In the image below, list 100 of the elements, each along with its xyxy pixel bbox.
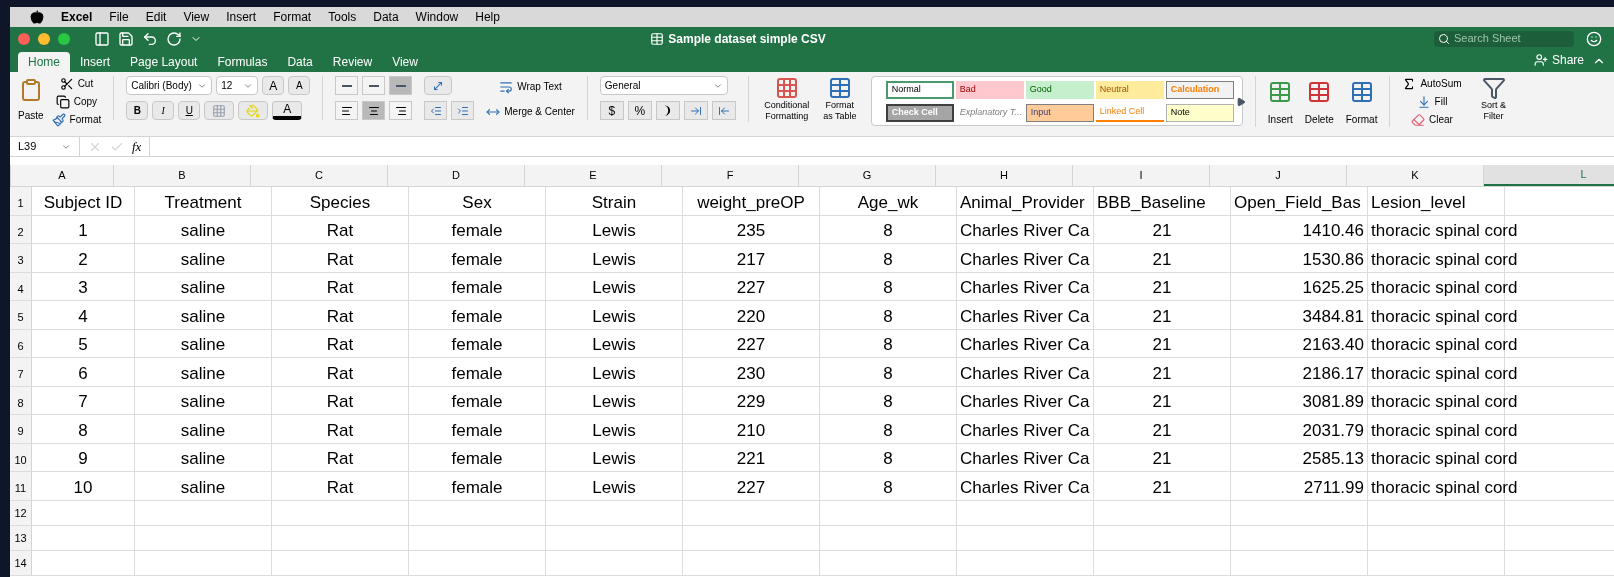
menu-item[interactable]: Format — [273, 8, 312, 26]
column-header[interactable]: L — [1484, 165, 1614, 186]
row-header[interactable]: 4 — [10, 272, 32, 300]
row-header[interactable]: 12 — [10, 500, 32, 525]
cell-style-item[interactable]: Neutral — [1095, 81, 1164, 99]
shrink-font-button[interactable]: A — [288, 76, 311, 95]
horizontal-align-button[interactable] — [362, 101, 386, 120]
column-header[interactable]: B — [114, 165, 251, 186]
copy-button[interactable]: Copy — [51, 94, 102, 109]
save-icon[interactable] — [118, 30, 134, 47]
horizontal-align-button[interactable] — [335, 101, 359, 120]
menu-item[interactable]: Insert — [226, 8, 257, 26]
undo-icon[interactable] — [142, 30, 158, 47]
orientation-button[interactable] — [424, 76, 453, 95]
column-header[interactable]: G — [799, 165, 936, 186]
ribbon-tab[interactable]: View — [382, 52, 428, 72]
menu-item[interactable]: Data — [373, 8, 399, 26]
fill-color-button[interactable] — [238, 101, 269, 120]
increase-decimal-button[interactable] — [711, 101, 736, 120]
ribbon-tab[interactable]: Data — [277, 52, 323, 72]
row-header[interactable]: 13 — [10, 525, 32, 550]
search-field[interactable]: Search Sheet — [1434, 30, 1574, 47]
apple-icon[interactable] — [30, 10, 44, 24]
horizontal-align-button[interactable] — [389, 101, 413, 120]
decrease-indent-button[interactable] — [424, 101, 448, 120]
menu-item[interactable]: File — [109, 8, 129, 26]
vertical-align-button[interactable] — [335, 76, 359, 95]
menu-item[interactable]: Help — [475, 8, 500, 26]
borders-button[interactable] — [204, 101, 235, 120]
cell-style-item[interactable]: Note — [1165, 104, 1234, 122]
ribbon-tab[interactable]: Home — [18, 52, 70, 72]
menu-item[interactable]: Tools — [328, 8, 357, 26]
ribbon-tab[interactable]: Review — [322, 52, 383, 72]
column-header[interactable]: E — [525, 165, 662, 186]
delete-cells-button[interactable]: Delete — [1304, 80, 1334, 127]
column-header[interactable]: J — [1210, 165, 1347, 186]
column-header[interactable]: I — [1073, 165, 1210, 186]
share-button[interactable]: Share — [1533, 51, 1584, 69]
ribbon-tab[interactable]: Insert — [70, 52, 121, 72]
row-header[interactable]: 10 — [10, 443, 32, 471]
column-header[interactable]: F — [662, 165, 799, 186]
format-as-table-button[interactable]: Format as Table — [820, 76, 859, 122]
percent-button[interactable]: % — [627, 101, 652, 120]
minimize-window-icon[interactable] — [38, 32, 50, 45]
menu-item[interactable]: Window — [415, 8, 459, 26]
bold-button[interactable]: B — [126, 101, 149, 120]
font-name-dropdown[interactable]: Calibri (Body) — [126, 76, 213, 95]
row-header[interactable]: 11 — [10, 472, 32, 500]
increase-indent-button[interactable] — [451, 101, 475, 120]
row-header[interactable]: 2 — [10, 215, 32, 243]
conditional-formatting-button[interactable]: Conditional Formatting — [760, 76, 813, 122]
cell-style-item[interactable]: Input — [1025, 104, 1094, 122]
vertical-align-button[interactable] — [362, 76, 386, 95]
column-header[interactable]: A — [11, 165, 114, 186]
cell-style-item[interactable]: Bad — [955, 81, 1024, 99]
row-header[interactable]: 1 — [10, 187, 32, 215]
row-header[interactable]: 7 — [10, 358, 32, 386]
menu-app-name[interactable]: Excel — [61, 8, 93, 26]
menu-item[interactable]: Edit — [145, 8, 167, 26]
insert-cells-button[interactable]: Insert — [1267, 80, 1293, 127]
sidebar-icon[interactable] — [94, 30, 110, 47]
cell-style-item[interactable]: Normal — [885, 81, 954, 99]
format-cells-button[interactable]: Format — [1345, 80, 1378, 127]
insert-function-button[interactable]: fx — [132, 136, 142, 157]
clear-button[interactable]: Clear — [1402, 112, 1462, 127]
cut-button[interactable]: Cut — [51, 76, 102, 91]
autosum-button[interactable]: AutoSum — [1402, 76, 1462, 91]
format-painter-button[interactable]: Format — [51, 112, 102, 127]
currency-button[interactable]: $ — [599, 101, 624, 120]
row-header[interactable]: 14 — [10, 550, 32, 575]
wrap-text-button[interactable]: Wrap Text — [486, 79, 575, 94]
row-header[interactable]: 5 — [10, 301, 32, 329]
row-header[interactable]: 6 — [10, 329, 32, 357]
column-header[interactable]: D — [388, 165, 525, 186]
sort-filter-button[interactable]: Sort & Filter — [1473, 76, 1514, 122]
name-box[interactable]: L39 — [10, 137, 80, 156]
smiley-icon[interactable] — [1586, 30, 1602, 47]
column-header[interactable]: C — [251, 165, 388, 186]
number-format-dropdown[interactable]: General — [599, 76, 728, 95]
redo-icon[interactable] — [166, 30, 182, 47]
ribbon-tab[interactable]: Formulas — [207, 52, 278, 72]
grow-font-button[interactable]: A — [262, 76, 285, 95]
fill-button[interactable]: Fill — [1402, 94, 1462, 109]
italic-button[interactable]: I — [152, 101, 175, 120]
gallery-more-icon[interactable] — [1235, 96, 1246, 107]
zoom-window-icon[interactable] — [58, 32, 70, 45]
row-header[interactable]: 9 — [10, 415, 32, 443]
row-header[interactable]: 8 — [10, 386, 32, 414]
row-header[interactable]: 3 — [10, 244, 32, 272]
paste-button[interactable]: Paste — [18, 76, 44, 127]
column-header[interactable]: H — [936, 165, 1073, 186]
underline-button[interactable]: U — [178, 101, 201, 120]
cell-style-item[interactable]: Good — [1025, 81, 1094, 99]
menu-item[interactable]: View — [183, 8, 210, 26]
comma-style-button[interactable]: ❩ — [655, 101, 680, 120]
merge-center-button[interactable]: Merge & Center — [486, 104, 575, 119]
decrease-decimal-button[interactable] — [683, 101, 708, 120]
font-color-button[interactable]: A — [272, 101, 303, 120]
ribbon-tab[interactable]: Page Layout — [120, 52, 208, 72]
vertical-align-button[interactable] — [389, 76, 413, 95]
